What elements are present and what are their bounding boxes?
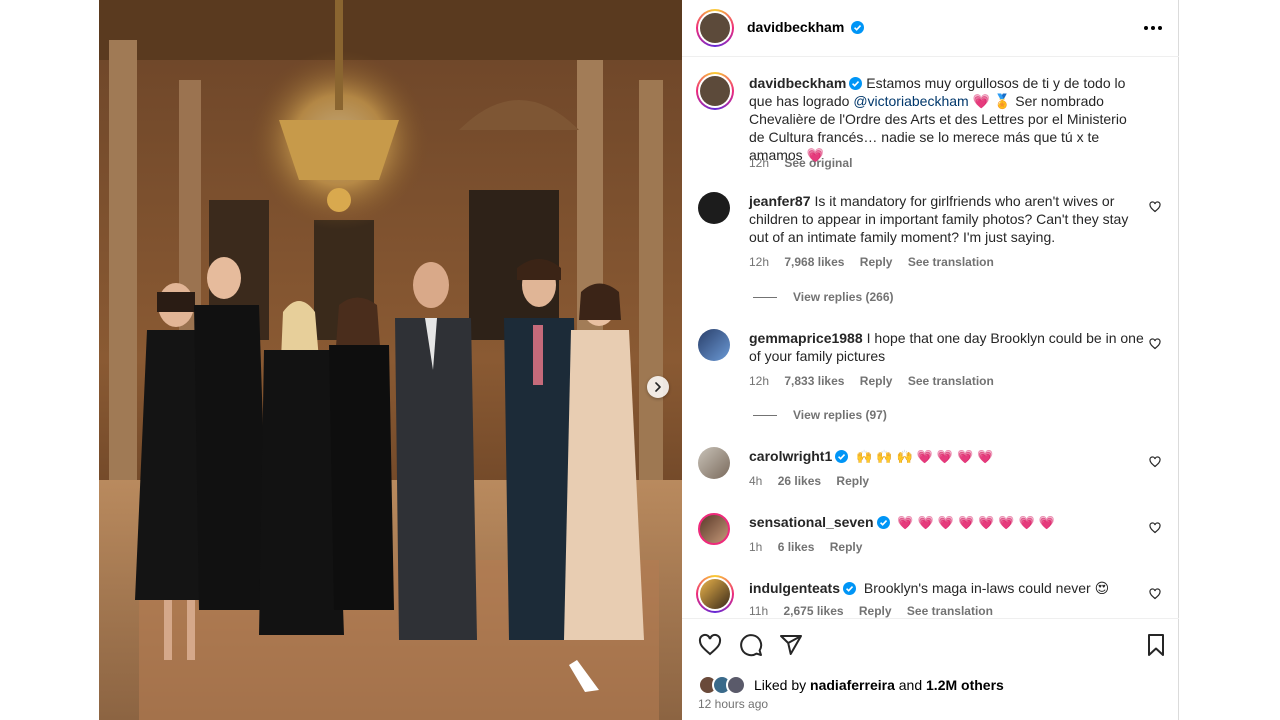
liked-by[interactable]: Liked by nadiaferreira and 1.2M others <box>698 675 1004 695</box>
comment-likes[interactable]: 2,675 likes <box>783 604 843 618</box>
like-comment-heart-icon[interactable] <box>1149 522 1161 534</box>
author-avatar[interactable] <box>696 9 734 47</box>
comment-icon[interactable] <box>739 633 763 657</box>
comment-username-text: indulgenteats <box>749 580 841 596</box>
comment-meta: 12h 7,833 likes Reply See translation <box>749 374 1006 388</box>
caption-mention-link[interactable]: @victoriabeckham <box>853 93 968 109</box>
family-photo-image <box>99 0 682 720</box>
comment-time: 12h <box>749 255 770 269</box>
more-options-button[interactable] <box>1141 18 1165 38</box>
like-comment-heart-icon[interactable] <box>1149 338 1161 350</box>
see-original-link[interactable]: See original <box>784 156 852 170</box>
liked-count-link[interactable]: 1.2M others <box>926 677 1004 693</box>
like-heart-icon[interactable] <box>698 633 722 657</box>
view-replies-label: View replies (266) <box>793 290 894 304</box>
like-comment-heart-icon[interactable] <box>1149 456 1161 468</box>
reply-button[interactable]: Reply <box>859 604 892 618</box>
comment-item: indulgenteats Brooklyn's maga in-laws co… <box>682 575 1179 618</box>
comment-username[interactable]: gemmaprice1988 <box>749 330 863 346</box>
comment-meta: 4h 26 likes Reply <box>749 474 881 488</box>
comment-text: sensational_seven 💗💗💗💗💗💗💗💗 <box>749 513 1144 532</box>
comment-username[interactable]: sensational_seven <box>749 514 890 530</box>
comment-likes[interactable]: 7,968 likes <box>784 255 844 269</box>
comment-likes[interactable]: 6 likes <box>778 540 815 554</box>
verified-badge-icon <box>843 582 857 595</box>
post-header: davidbeckham <box>682 0 1179 57</box>
caption-username[interactable]: davidbeckham <box>749 75 863 91</box>
comment-time: 11h <box>749 604 769 618</box>
reply-button[interactable]: Reply <box>860 374 893 388</box>
comments-list[interactable]: davidbeckham Estamos muy orgullosos de ti… <box>682 58 1179 618</box>
comment-avatar[interactable] <box>696 575 734 613</box>
verified-badge-icon <box>835 450 849 463</box>
caption: davidbeckham Estamos muy orgullosos de ti… <box>682 72 1179 172</box>
view-replies-label: View replies (97) <box>793 408 887 422</box>
view-replies-button[interactable]: View replies (97) <box>753 408 887 422</box>
comment-time: 12h <box>749 374 770 388</box>
liked-and: and <box>898 677 923 693</box>
post-photo[interactable] <box>99 0 682 720</box>
reply-button[interactable]: Reply <box>830 540 863 554</box>
comment-avatar[interactable] <box>698 447 730 479</box>
share-icon[interactable] <box>779 633 803 657</box>
comment-content: Brooklyn's maga in-laws could never 😍 <box>863 580 1110 596</box>
comment-text: carolwright1 🙌🙌🙌💗💗💗💗 <box>749 447 1144 466</box>
post-time-ago[interactable]: 12 hours ago <box>698 697 768 711</box>
comment-item: jeanfer87 Is it mandatory for girlfriends… <box>682 192 1179 312</box>
liked-user-link[interactable]: nadiaferreira <box>810 677 895 693</box>
save-bookmark-icon[interactable] <box>1144 633 1168 657</box>
caption-avatar[interactable] <box>696 72 734 110</box>
comment-avatar[interactable] <box>698 192 730 224</box>
comment-avatar[interactable] <box>698 513 730 545</box>
comment-username-text: sensational_seven <box>749 514 874 530</box>
author-username-text: davidbeckham <box>747 19 845 35</box>
comment-username[interactable]: jeanfer87 <box>749 193 810 209</box>
comment-time: 1h <box>749 540 763 554</box>
next-image-button[interactable] <box>647 376 669 398</box>
comment-username[interactable]: indulgenteats <box>749 580 857 596</box>
caption-meta: 12h See original <box>749 156 864 170</box>
caption-username-text: davidbeckham <box>749 75 847 91</box>
post-actions-bar: Liked by nadiaferreira and 1.2M others 1… <box>682 618 1179 720</box>
comment-meta: 1h 6 likes Reply <box>749 540 874 554</box>
comment-text: gemmaprice1988 I hope that one day Brookl… <box>749 329 1144 365</box>
trophy-emoji-icon: 🏅 <box>993 93 1012 109</box>
reply-button[interactable]: Reply <box>860 255 893 269</box>
comment-text: jeanfer87 Is it mandatory for girlfriends… <box>749 192 1144 246</box>
comment-text: indulgenteats Brooklyn's maga in-laws co… <box>749 579 1144 597</box>
comment-content: 🙌🙌🙌💗💗💗💗 <box>856 449 998 464</box>
see-translation-link[interactable]: See translation <box>907 604 993 618</box>
comment-username[interactable]: carolwright1 <box>749 448 849 464</box>
see-translation-link[interactable]: See translation <box>908 255 994 269</box>
reply-button[interactable]: Reply <box>836 474 869 488</box>
comment-likes[interactable]: 26 likes <box>778 474 821 488</box>
comment-meta: 12h 7,968 likes Reply See translation <box>749 255 1006 269</box>
like-comment-heart-icon[interactable] <box>1149 201 1161 213</box>
post-details-panel: davidbeckham davidbeckham Estamos muy org… <box>682 0 1179 720</box>
comment-time: 4h <box>749 474 763 488</box>
caption-time: 12h <box>749 156 770 170</box>
see-translation-link[interactable]: See translation <box>908 374 994 388</box>
liked-prefix: Liked by <box>754 677 807 693</box>
caption-heart-emoji: 💗 <box>972 93 991 109</box>
comment-content: 💗💗💗💗💗💗💗💗 <box>897 515 1059 530</box>
like-comment-heart-icon[interactable] <box>1149 588 1161 600</box>
comment-item: carolwright1 🙌🙌🙌💗💗💗💗 4h 26 likes Reply <box>682 447 1179 497</box>
verified-badge-icon <box>849 77 863 90</box>
verified-badge-icon <box>851 21 865 34</box>
view-replies-button[interactable]: View replies (266) <box>753 290 894 304</box>
author-username[interactable]: davidbeckham <box>747 19 865 35</box>
comment-meta: 11h 2,675 likes Reply See translation <box>749 604 1005 618</box>
comment-avatar[interactable] <box>698 329 730 361</box>
caption-text: davidbeckham Estamos muy orgullosos de ti… <box>749 74 1144 164</box>
liker-avatar <box>726 675 746 695</box>
verified-badge-icon <box>876 516 890 529</box>
comment-item: gemmaprice1988 I hope that one day Brookl… <box>682 329 1179 449</box>
liker-avatars <box>698 675 748 695</box>
comment-username-text: carolwright1 <box>749 448 833 464</box>
comment-likes[interactable]: 7,833 likes <box>784 374 844 388</box>
chevron-right-icon <box>655 382 661 392</box>
comment-item: sensational_seven 💗💗💗💗💗💗💗💗 1h 6 likes Re… <box>682 513 1179 563</box>
